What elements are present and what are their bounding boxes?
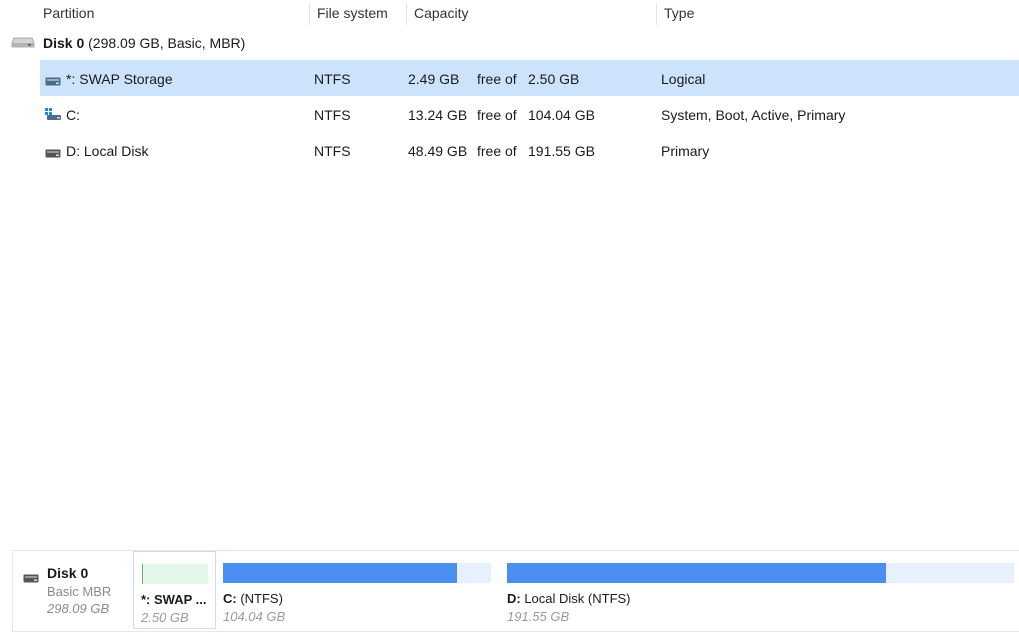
disk-name: Disk 0 — [43, 35, 85, 51]
map-block-label: D: Local Disk (NTFS) — [507, 591, 631, 606]
partition-row-swap[interactable]: *: SWAP Storage NTFS 2.49 GB free of 2.5… — [40, 60, 1019, 96]
disk-map-type: Basic MBR — [47, 584, 112, 599]
usage-bar — [223, 563, 491, 583]
map-block-size: 2.50 GB — [141, 610, 189, 625]
map-block-label-bold: *: SWAP ... — [141, 592, 207, 607]
column-separator[interactable] — [656, 3, 657, 25]
partition-total: 2.50 GB — [528, 71, 580, 87]
map-block-d[interactable]: D: Local Disk (NTFS) 191.55 GB — [500, 551, 1019, 629]
hard-disk-icon — [11, 36, 35, 52]
usage-fill — [142, 564, 144, 584]
column-type[interactable]: Type — [664, 5, 694, 21]
partition-free-of: free of — [477, 107, 517, 123]
partition-name: C: — [66, 107, 80, 123]
map-block-label: C: (NTFS) — [223, 591, 283, 606]
map-block-size: 191.55 GB — [507, 609, 570, 624]
map-block-swap[interactable]: *: SWAP ... 2.50 GB — [133, 551, 216, 629]
drive-icon — [45, 73, 61, 89]
disk-map-size: 298.09 GB — [47, 601, 110, 616]
column-separator[interactable] — [309, 3, 310, 25]
map-block-label-bold: D: — [507, 591, 521, 606]
column-header: Partition File system Capacity Type — [0, 0, 1019, 28]
disk-map-info[interactable]: Disk 0 Basic MBR 298.09 GB — [13, 551, 134, 629]
partition-total: 104.04 GB — [528, 107, 595, 123]
column-file-system[interactable]: File system — [317, 5, 388, 21]
windows-drive-icon — [45, 107, 61, 123]
column-capacity[interactable]: Capacity — [414, 5, 468, 21]
disk-map-name: Disk 0 — [47, 565, 89, 581]
usage-bar — [507, 563, 1014, 583]
partition-free-of: free of — [477, 143, 517, 159]
partition-fs: NTFS — [314, 143, 351, 159]
partition-fs: NTFS — [314, 107, 351, 123]
partition-free: 13.24 GB — [408, 107, 468, 123]
map-block-label-rest: (NTFS) — [236, 591, 283, 606]
column-partition[interactable]: Partition — [43, 5, 94, 21]
partition-free-of: free of — [477, 71, 517, 87]
partition-type: Logical — [661, 71, 706, 87]
partition-total: 191.55 GB — [528, 143, 595, 159]
partition-name: *: SWAP Storage — [66, 71, 173, 87]
map-block-label-rest: Local Disk (NTFS) — [520, 591, 631, 606]
usage-fill — [507, 563, 886, 583]
partition-name: D: Local Disk — [66, 143, 149, 159]
map-block-c[interactable]: C: (NTFS) 104.04 GB — [216, 551, 500, 629]
partition-type: System, Boot, Active, Primary — [661, 107, 846, 123]
usage-bar — [142, 564, 208, 584]
partition-free: 2.49 GB — [408, 71, 460, 87]
map-block-label: *: SWAP ... — [141, 592, 207, 607]
usage-fill — [223, 563, 457, 583]
partition-type: Primary — [661, 143, 710, 159]
partition-row-c[interactable]: C: NTFS 13.24 GB free of 104.04 GB Syste… — [40, 96, 1019, 132]
map-block-size: 104.04 GB — [223, 609, 286, 624]
column-separator[interactable] — [406, 3, 407, 25]
partition-free: 48.49 GB — [408, 143, 468, 159]
partition-fs: NTFS — [314, 71, 351, 87]
disk-row[interactable]: Disk 0 (298.09 GB, Basic, MBR) — [0, 30, 1019, 56]
disk-map: Disk 0 Basic MBR 298.09 GB *: SWAP ... 2… — [12, 550, 1019, 632]
disk-title: Disk 0 (298.09 GB, Basic, MBR) — [43, 35, 245, 51]
drive-icon — [45, 145, 61, 161]
partition-row-d[interactable]: D: Local Disk NTFS 48.49 GB free of 191.… — [40, 132, 1019, 168]
hard-disk-icon — [23, 570, 39, 586]
disk-info: (298.09 GB, Basic, MBR) — [88, 35, 246, 51]
map-block-label-bold: C: — [223, 591, 237, 606]
